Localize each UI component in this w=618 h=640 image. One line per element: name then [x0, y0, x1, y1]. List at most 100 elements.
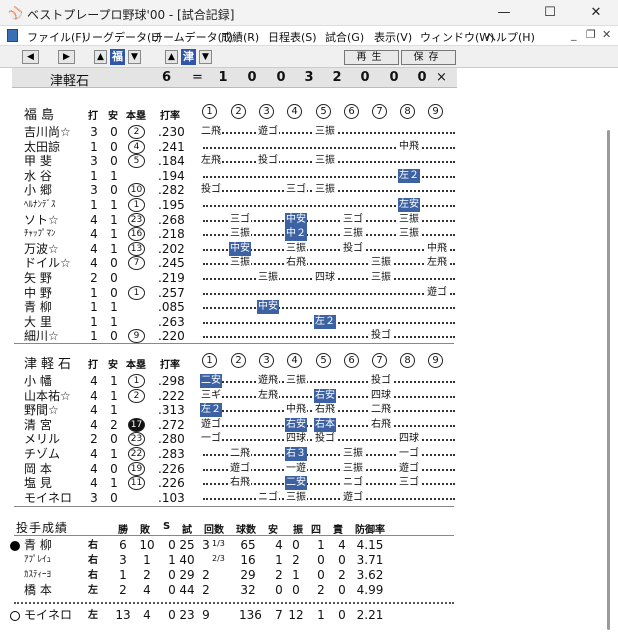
column-header: 振 — [293, 525, 303, 536]
table-row[interactable]: 山本祐☆ 4 1 2 .222 三ギ 左飛 右安 四球 — [0, 388, 600, 403]
table-row[interactable]: ドイル☆ 4 0 7 .245 三振 右飛 三振 左飛 — [0, 256, 600, 271]
table-row[interactable]: 万波☆ 4 1 13 .202 中安 三振 投ゴ 中飛 — [0, 241, 600, 256]
maximize-button[interactable]: ☐ — [527, 0, 573, 26]
at-bats: 3 — [90, 490, 98, 505]
table-row[interactable]: 青 柳 1 1 .085 中安 — [0, 300, 600, 315]
hits: 0 — [110, 490, 118, 505]
table-row[interactable]: 野間☆ 4 1 .313 左２ 中飛 右飛 二飛 — [0, 403, 600, 418]
losing-pitcher-marker — [10, 541, 20, 551]
stat-l: 2 — [143, 568, 151, 582]
divider — [14, 343, 454, 344]
throwing-hand: 右 — [88, 570, 98, 581]
table-row[interactable]: 清 宮 4 2 17 .272 遊ゴ 右安 右本 右飛 — [0, 417, 600, 432]
team2-up-button[interactable]: ▲ — [165, 50, 178, 64]
stat-w: 1 — [119, 568, 127, 582]
table-row[interactable]: 吉川尚☆ 3 0 2 .230 二飛 遊ゴ 三振 — [0, 125, 600, 139]
table-row[interactable]: 小 幡 4 1 1.298 二安 遊飛 三振 投ゴ — [0, 374, 600, 388]
stat-er: 0 — [338, 608, 346, 622]
at-bat-result: 右安 — [285, 417, 307, 432]
hits: 1 — [110, 476, 118, 491]
score-inning: 0 — [389, 70, 399, 85]
menu-help[interactable]: ヘルプ(H) — [485, 29, 535, 45]
mdi-restore-button[interactable]: ❐ — [586, 28, 596, 41]
batting-average: .220 — [158, 329, 185, 344]
home-runs: 1 — [128, 198, 145, 212]
pitcher-name: 橋 本 — [24, 583, 52, 597]
stat-era: 2.21 — [356, 608, 384, 622]
at-bat-result: 投ゴ — [257, 154, 279, 169]
player-name: ソト☆ — [24, 212, 59, 227]
close-button[interactable]: ✕ — [573, 0, 618, 26]
table-row[interactable]: 矢 野 2 0 .219 三振 四球 三振 — [0, 271, 600, 285]
hits: 0 — [110, 461, 118, 476]
inning-header: 5 — [316, 353, 331, 368]
dotted-line — [203, 292, 455, 295]
table-row[interactable]: ﾁｬｯﾌﾟﾏﾝ 4 1 16 .218 三振 中２ 三振 三振 — [0, 227, 600, 242]
table-row[interactable]: 岡 本 4 0 19 .226 遊ゴ 一遊 三振 遊ゴ — [0, 461, 600, 476]
menu-records[interactable]: 成績(R) — [221, 29, 259, 45]
replay-button[interactable]: 再生 — [344, 50, 399, 65]
at-bat-result: 三振 — [257, 271, 279, 285]
table-row[interactable]: メリル 2 0 23.280 一ゴ 四球 投ゴ 四球 — [0, 432, 600, 447]
mdi-close-button[interactable]: ✕ — [602, 28, 611, 41]
table-row[interactable]: 小 郷 3 0 10 .282 投ゴ 三ゴ 三振 — [0, 183, 600, 198]
table-row[interactable]: 太田諒 1 0 4 .241 中飛 — [0, 139, 600, 154]
table-row[interactable]: 水 谷 1 1 .194 左２ — [0, 168, 600, 183]
at-bat-result: 遊ゴ — [229, 461, 251, 476]
menu-view[interactable]: 表示(V) — [374, 29, 412, 45]
at-bats: 4 — [90, 476, 98, 491]
at-bat-result: 中飛 — [285, 403, 307, 418]
table-row[interactable]: 中 野 1 0 1 .257 遊ゴ — [0, 285, 600, 300]
table-row[interactable]: ﾍﾙﾅﾝﾃﾞｽ 1 1 1.195 左安 — [0, 198, 600, 212]
prev-game-button[interactable]: ◀ — [22, 50, 39, 64]
at-bats: 1 — [90, 314, 98, 329]
column-header: 打 — [88, 111, 98, 122]
mdi-minimize-button[interactable]: _ — [571, 28, 577, 41]
score-team: 津軽石 — [50, 74, 90, 89]
scrollbar-thumb[interactable] — [607, 130, 610, 630]
at-bat-result: 四球 — [398, 432, 420, 447]
table-row[interactable]: ソト☆ 4 1 23 .268 三ゴ 中安 三ゴ 三振 — [0, 212, 600, 227]
team1-down-button[interactable]: ▼ — [128, 50, 141, 64]
document-icon[interactable] — [7, 29, 18, 42]
menu-window[interactable]: ウィンドウ(W) — [420, 29, 494, 45]
next-game-button[interactable]: ▶ — [58, 50, 75, 64]
inning-header: 2 — [231, 353, 246, 368]
team1-up-button[interactable]: ▲ — [94, 50, 107, 64]
inning-header: 5 — [316, 104, 331, 119]
stat-er: 0 — [338, 553, 346, 567]
at-bat-result: 三振 — [398, 227, 420, 242]
table-row[interactable]: モイネロ 3 0 .103 ニゴ 三振 遊ゴ — [0, 490, 600, 505]
stat-innings: 2 — [202, 583, 210, 597]
batting-average: .219 — [158, 271, 185, 285]
table-row[interactable]: 青 柳右 6 10 0 25 65 4 0 1 4 4.15 3 1/3 — [0, 538, 600, 553]
dotted-line — [203, 381, 455, 383]
table-row[interactable]: 大 里 1 1 .263 左２ — [0, 314, 600, 329]
table-row[interactable]: 塩 見 4 1 11.226 右飛 二安 ニゴ 三ゴ — [0, 476, 600, 491]
menu-schedule[interactable]: 日程表(S) — [268, 29, 317, 45]
menu-file[interactable]: ファイル(F) — [27, 29, 86, 45]
table-row[interactable]: 細川☆ 1 0 9 .220 投ゴ — [0, 329, 600, 344]
column-header: 本塁 — [126, 111, 146, 122]
table-row[interactable]: ｱﾌﾟﾚｲｭ右 3 1 1 40 16 1 2 0 0 3.71 2/3 — [0, 553, 600, 568]
table-row[interactable]: チゾム 4 1 22 .283 二飛 右３ 三振 一ゴ — [0, 447, 600, 461]
player-name: 青 柳 — [24, 300, 52, 315]
menu-league-data[interactable]: リーグデータ(L) — [81, 29, 162, 45]
table-row[interactable]: 橋 本左 2 4 0 44 32 0 0 2 0 4.99 2 — [0, 583, 600, 598]
table-row[interactable]: モイネロ左 13 4 0 23 136 7 12 1 0 2.21 9 — [0, 608, 600, 623]
save-button[interactable]: 保存 — [401, 50, 456, 65]
at-bat-result: 三ゴ — [398, 476, 420, 491]
inning-header: 3 — [259, 104, 274, 119]
minimize-button[interactable]: — — [481, 0, 527, 26]
menu-game[interactable]: 試合(G) — [325, 29, 364, 45]
at-bats: 4 — [90, 227, 98, 242]
batting-average: .263 — [158, 314, 185, 329]
team2-down-button[interactable]: ▼ — [199, 50, 212, 64]
at-bat-result: 三振 — [229, 227, 251, 242]
table-row[interactable]: 甲 斐 3 0 5 .184 左飛 投ゴ 三振 — [0, 154, 600, 169]
inning-header: 7 — [372, 104, 387, 119]
table-row[interactable]: ｶｽﾃｨｰﾖ右 1 2 0 29 29 2 1 0 2 3.62 2 — [0, 568, 600, 583]
batting-average: .257 — [158, 285, 185, 300]
at-bat-result: 右安 — [314, 388, 336, 403]
hits: 0 — [110, 432, 118, 447]
